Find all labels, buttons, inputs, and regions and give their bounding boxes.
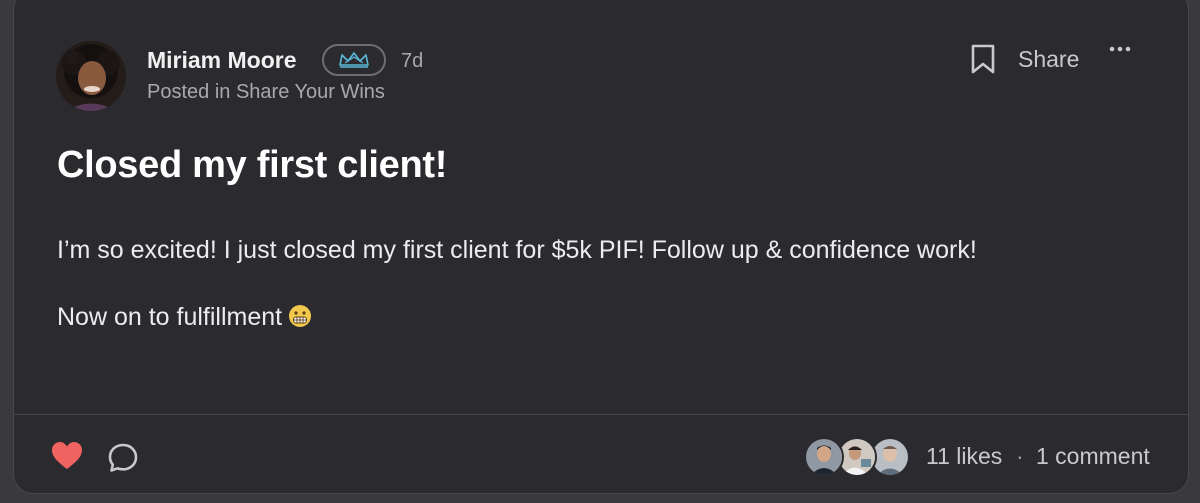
author-name[interactable]: Miriam Moore <box>147 47 297 74</box>
liker-avatar <box>804 437 844 477</box>
more-options-button[interactable] <box>1107 43 1135 71</box>
post-title: Closed my first client! <box>57 144 448 186</box>
crown-badge[interactable] <box>322 44 386 76</box>
bookmark-button[interactable] <box>970 43 996 75</box>
bookmark-icon <box>971 44 995 74</box>
post-body: I’m so excited! I just closed my first c… <box>57 229 1117 338</box>
crown-icon <box>339 52 369 68</box>
post-time: 7d <box>401 50 424 72</box>
speech-bubble-icon <box>108 443 138 472</box>
post-body-paragraph: I’m so excited! I just closed my first c… <box>57 236 977 264</box>
posted-in-category[interactable]: Posted in Share Your Wins <box>147 81 385 104</box>
post-body-text: Now on to fulfillment <box>57 303 283 331</box>
liker-avatars[interactable] <box>804 437 914 477</box>
comments-count[interactable]: 1 comment <box>1036 443 1150 470</box>
author-avatar[interactable] <box>56 41 126 111</box>
heart-icon <box>52 442 82 469</box>
post-body-paragraph: Now on to fulfillment <box>57 296 1117 338</box>
likes-count[interactable]: 11 likes <box>926 443 1002 470</box>
more-horizontal-icon <box>1109 46 1131 52</box>
stats-separator: · <box>1016 443 1024 469</box>
post-card: Miriam Moore 7d Posted in Share Your Win… <box>13 0 1189 494</box>
like-button[interactable] <box>50 440 84 472</box>
footer-divider <box>14 414 1188 415</box>
share-button[interactable]: Share <box>1018 46 1079 73</box>
comment-button[interactable] <box>107 442 139 474</box>
grimacing-face-icon <box>289 305 312 327</box>
